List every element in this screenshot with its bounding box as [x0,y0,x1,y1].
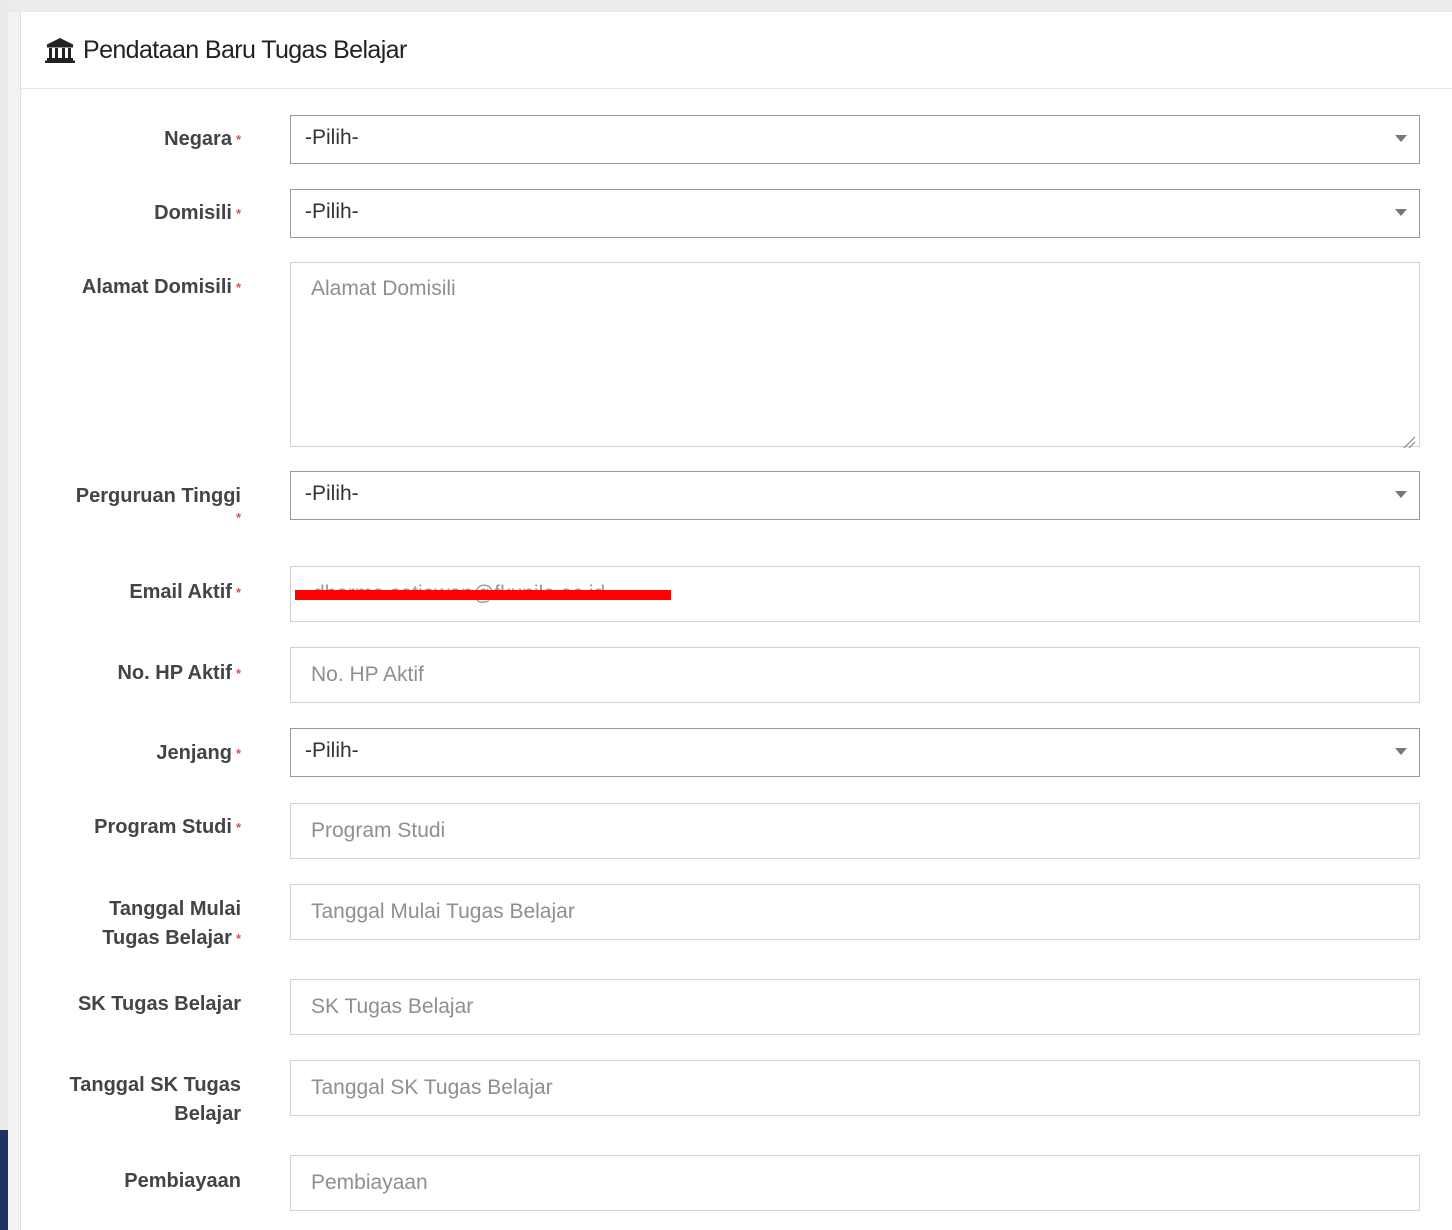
required-mark: * [235,280,241,295]
page-edge [0,0,8,1230]
alamat-domisili-placeholder: Alamat Domisili [311,277,456,300]
jenjang-value: -Pilih- [305,739,359,762]
negara-select[interactable]: -Pilih- [290,115,1420,164]
tanggal-sk-input[interactable]: Tanggal SK Tugas Belajar [290,1060,1420,1116]
negara-value: -Pilih- [305,126,359,149]
required-mark: * [235,820,241,835]
panel-header: Pendataan Baru Tugas Belajar [21,12,1452,89]
label-tanggal-mulai: Tanggal Mulai Tugas Belajar * [102,898,241,949]
tanggal-mulai-placeholder: Tanggal Mulai Tugas Belajar [311,900,575,923]
tanggal-mulai-input[interactable]: Tanggal Mulai Tugas Belajar [290,884,1420,940]
dropdown-caret-icon [1395,491,1407,498]
panel-title: Pendataan Baru Tugas Belajar [45,34,407,66]
no-hp-aktif-input[interactable]: No. HP Aktif [290,647,1420,703]
required-mark: * [235,585,241,600]
dropdown-caret-icon [1395,748,1407,755]
required-mark: * [235,666,241,681]
program-studi-input[interactable]: Program Studi [290,803,1420,859]
domisili-value: -Pilih- [305,200,359,223]
pembiayaan-input[interactable]: Pembiayaan [290,1155,1420,1211]
required-mark: * [235,746,241,761]
label-sk-tugas-belajar: SK Tugas Belajar [77,993,241,1015]
label-domisili: Domisili * [154,202,241,224]
label-tanggal-sk: Tanggal SK Tugas Belajar [69,1074,242,1125]
perguruan-tinggi-select[interactable]: -Pilih- [290,471,1420,520]
label-program-studi: Program Studi * [94,816,241,838]
email-aktif-input[interactable]: dharma.setiawan@fkunila.ac.id [290,566,1420,622]
no-hp-aktif-placeholder: No. HP Aktif [311,663,424,686]
panel-title-text: Pendataan Baru Tugas Belajar [83,35,407,64]
required-mark: * [235,132,241,147]
required-mark: * [235,206,241,221]
jenjang-select[interactable]: -Pilih- [290,728,1420,777]
label-alamat-domisili: Alamat Domisili * [81,276,241,298]
pembiayaan-placeholder: Pembiayaan [311,1171,428,1194]
sk-tugas-belajar-input[interactable]: SK Tugas Belajar [290,979,1420,1035]
tanggal-sk-placeholder: Tanggal SK Tugas Belajar [311,1076,553,1099]
required-mark: * [235,931,241,946]
label-jenjang: Jenjang * [156,742,241,764]
label-pembiayaan: Pembiayaan [124,1170,241,1192]
redaction-bar [295,590,671,600]
sidebar-edge [0,1130,8,1230]
label-no-hp-aktif: No. HP Aktif * [117,662,241,684]
domisili-select[interactable]: -Pilih- [290,189,1420,238]
perguruan-tinggi-value: -Pilih- [305,482,359,505]
dropdown-caret-icon [1395,135,1407,142]
sk-tugas-belajar-placeholder: SK Tugas Belajar [311,995,474,1018]
resize-grip-icon[interactable] [1402,429,1416,449]
required-mark: * [235,510,241,525]
institution-icon [45,37,75,63]
dropdown-caret-icon [1395,209,1407,216]
label-negara: Negara * [164,128,241,150]
label-email-aktif: Email Aktif * [129,581,241,603]
program-studi-placeholder: Program Studi [311,819,446,842]
alamat-domisili-textarea[interactable]: Alamat Domisili [290,262,1420,449]
label-perguruan-tinggi: Perguruan Tinggi * [31,482,241,525]
top-strip [0,0,1452,12]
